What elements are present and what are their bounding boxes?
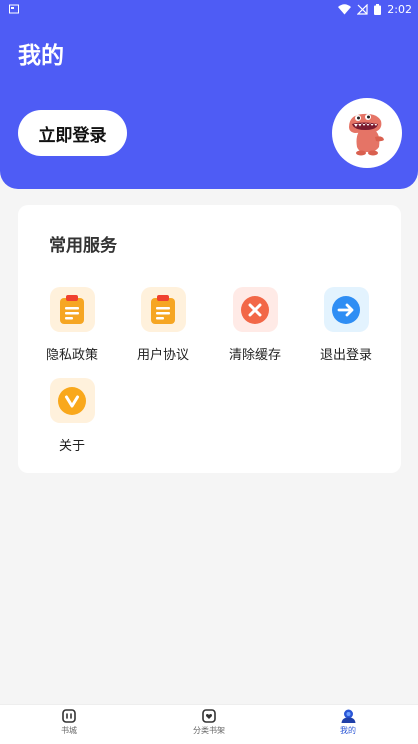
tab-bookshelf[interactable]: 分类书架: [169, 709, 249, 736]
battery-icon: [374, 4, 382, 15]
service-label: 关于: [58, 439, 85, 454]
service-icon-bg: [323, 287, 369, 332]
tab-label: 我的: [340, 726, 356, 735]
login-button[interactable]: 立即登录: [18, 110, 127, 156]
service-icon-bg: [49, 287, 95, 332]
profile-header: 2:02 我的 立即登录: [0, 0, 418, 189]
avatar[interactable]: [332, 98, 402, 168]
service-about[interactable]: 关于: [32, 378, 112, 454]
bookstore-icon: [62, 709, 76, 723]
service-logout[interactable]: 退出登录: [306, 287, 386, 363]
clipboard-icon: [151, 294, 175, 324]
close-circle-icon: [241, 295, 269, 324]
profile-icon: [341, 709, 355, 723]
status-time: 2:02: [387, 3, 412, 16]
tab-bookstore[interactable]: 书城: [29, 709, 109, 736]
service-icon-bg: [232, 287, 278, 332]
service-icon-bg: [49, 378, 95, 423]
notification-icon: [9, 4, 19, 14]
bookshelf-icon: [202, 709, 216, 723]
v-circle-icon: [58, 386, 86, 415]
service-label: 退出登录: [319, 348, 372, 363]
service-label: 用户协议: [136, 348, 189, 363]
tab-label: 分类书架: [193, 726, 225, 735]
tab-profile[interactable]: 我的: [308, 709, 388, 736]
service-clear-cache[interactable]: 清除缓存: [215, 287, 295, 363]
service-user-agreement[interactable]: 用户协议: [123, 287, 203, 363]
bottom-tab-bar: 书城 分类书架 我的: [0, 704, 418, 744]
dinosaur-avatar-icon: [349, 113, 384, 156]
arrow-right-circle-icon: [332, 295, 360, 324]
page-title: 我的: [18, 43, 64, 69]
login-button-label: 立即登录: [38, 125, 107, 146]
wifi-icon: [338, 4, 352, 15]
tab-label: 书城: [61, 726, 77, 735]
service-label: 隐私政策: [45, 348, 98, 363]
services-title: 常用服务: [49, 236, 117, 256]
service-privacy-policy[interactable]: 隐私政策: [32, 287, 112, 363]
status-bar: 2:02: [0, 0, 418, 22]
service-label: 清除缓存: [228, 348, 281, 363]
clipboard-icon: [60, 294, 84, 324]
service-icon-bg: [140, 287, 186, 332]
no-signal-icon: [357, 4, 368, 15]
services-card: 常用服务 隐私政策 用户协议 清除缓存 退出登录 关于: [18, 205, 401, 473]
